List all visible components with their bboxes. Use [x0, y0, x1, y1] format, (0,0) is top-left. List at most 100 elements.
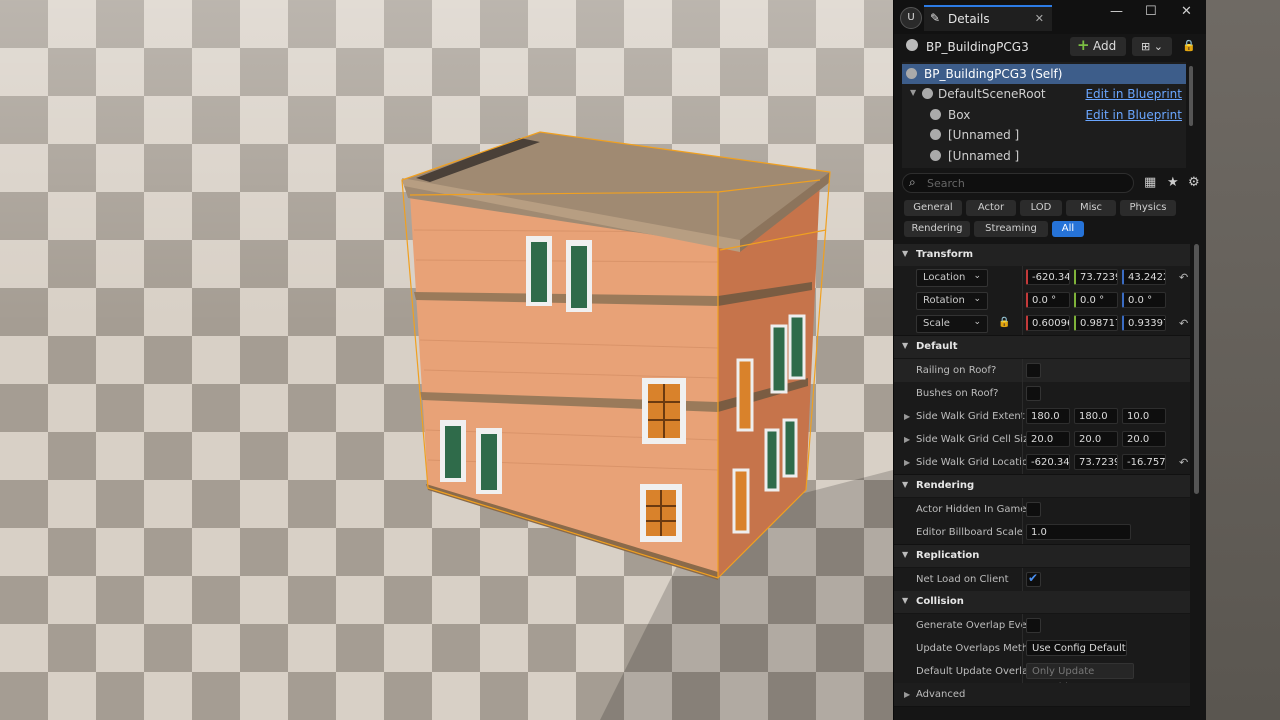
net-load-checkbox[interactable]	[1026, 571, 1041, 587]
tree-item-label: [Unnamed ]	[948, 128, 1020, 142]
search-input[interactable]	[925, 175, 1129, 192]
collapse-arrow-icon: ▼	[902, 249, 909, 258]
tree-item-defaultsceneroot[interactable]: ▼ DefaultSceneRoot Edit in Blueprint	[902, 84, 1186, 104]
section-title: Default	[916, 341, 958, 352]
edit-in-blueprint-link[interactable]: Edit in Blueprint	[1085, 87, 1182, 101]
scale-x-field[interactable]: 0.60096	[1026, 315, 1070, 331]
filter-lod[interactable]: LOD	[1020, 200, 1062, 216]
expand-arrow-icon[interactable]: ▶	[904, 458, 910, 467]
tree-item-box[interactable]: Box Edit in Blueprint	[902, 105, 1186, 125]
sidewalk-cell-row: ▶ Side Walk Grid Cell Size 20.0 20.0 20.…	[894, 428, 1190, 452]
section-collision[interactable]: ▼ Collision	[894, 591, 1190, 613]
divider	[1022, 312, 1023, 335]
sidewalk-loc-x-field[interactable]: -620.34	[1026, 454, 1070, 470]
location-z-field[interactable]: 43.2422	[1122, 269, 1166, 285]
unreal-logo-icon[interactable]: U	[900, 7, 922, 29]
chevron-down-icon: ⌄	[973, 271, 981, 281]
section-transform[interactable]: ▼ Transform	[894, 244, 1190, 266]
sidewalk-loc-z-field[interactable]: -16.757	[1122, 454, 1166, 470]
tree-item-unnamed[interactable]: [Unnamed ]	[902, 146, 1186, 166]
update-overlaps-dropdown[interactable]: Use Config Default ⌄	[1026, 640, 1127, 670]
scale-dropdown[interactable]: Scale ⌄	[916, 315, 988, 333]
divider	[1022, 266, 1023, 289]
cell-z-field[interactable]: 20.0	[1122, 431, 1166, 447]
building-scene	[401, 131, 893, 720]
expand-arrow-icon[interactable]: ▶	[904, 690, 910, 699]
section-title: Transform	[916, 249, 974, 260]
cell-y-field[interactable]: 20.0	[1074, 431, 1118, 447]
reset-arrow-icon[interactable]: ↶	[1179, 271, 1188, 284]
extent-z-field[interactable]: 10.0	[1122, 408, 1166, 424]
collapse-arrow-icon[interactable]: ▼	[910, 88, 916, 97]
billboard-scale-field[interactable]: 1.0	[1026, 524, 1131, 540]
rotation-dropdown[interactable]: Rotation ⌄	[916, 292, 988, 310]
lock-icon[interactable]: 🔒	[1182, 39, 1196, 52]
tab-close-icon[interactable]: ✕	[1035, 12, 1044, 25]
divider	[1022, 359, 1023, 382]
favorites-star-icon[interactable]: ★	[1167, 175, 1179, 190]
railing-checkbox[interactable]	[1026, 363, 1041, 378]
default-update-overlap-label: Default Update Overla...	[916, 666, 1038, 677]
scale-lock-icon[interactable]: 🔒	[998, 317, 1010, 328]
cell-x-field[interactable]: 20.0	[1026, 431, 1070, 447]
edit-in-blueprint-link[interactable]: Edit in Blueprint	[1085, 108, 1182, 122]
rotation-y-field[interactable]: 0.0 °	[1074, 292, 1118, 308]
filter-general[interactable]: General	[904, 200, 962, 216]
tree-scrollbar[interactable]	[1189, 66, 1193, 126]
details-panel: U ✎ Details ✕ — ☐ ✕ BP_BuildingPCG3 + Ad…	[893, 0, 1207, 720]
generate-overlap-label: Generate Overlap Eve...	[916, 620, 1037, 631]
level-viewport[interactable]	[0, 0, 893, 720]
rotation-x-field[interactable]: 0.0 °	[1026, 292, 1070, 308]
net-load-label: Net Load on Client	[916, 574, 1009, 585]
rotation-z-field[interactable]: 0.0 °	[1122, 292, 1166, 308]
scale-y-field[interactable]: 0.98717	[1074, 315, 1118, 331]
details-scrollbar[interactable]	[1194, 244, 1199, 494]
filter-misc[interactable]: Misc	[1066, 200, 1116, 216]
extent-y-field[interactable]: 180.0	[1074, 408, 1118, 424]
location-dropdown[interactable]: Location ⌄	[916, 269, 988, 287]
advanced-label: Advanced	[916, 689, 966, 700]
tree-item-self[interactable]: BP_BuildingPCG3 (Self)	[902, 64, 1186, 84]
tree-item-label: BP_BuildingPCG3 (Self)	[924, 67, 1063, 81]
extent-x-field[interactable]: 180.0	[1026, 408, 1070, 424]
reset-arrow-icon[interactable]: ↶	[1179, 317, 1188, 330]
maximize-icon[interactable]: ☐	[1145, 4, 1157, 19]
location-y-field[interactable]: 73.7239	[1074, 269, 1118, 285]
settings-gear-icon[interactable]: ⚙	[1188, 175, 1200, 190]
sidewalk-location-label: Side Walk Grid Location	[916, 457, 1035, 468]
expand-arrow-icon[interactable]: ▶	[904, 412, 910, 421]
actor-hidden-checkbox[interactable]	[1026, 502, 1041, 517]
tree-item-unnamed[interactable]: [Unnamed ]	[902, 125, 1186, 145]
details-search: ⌕	[902, 173, 1134, 193]
minimize-icon[interactable]: —	[1110, 4, 1123, 19]
sidewalk-extent-label: Side Walk Grid Extent	[916, 411, 1025, 422]
advanced-row[interactable]: ▶ Advanced	[894, 683, 1190, 707]
tab-details[interactable]: ✎ Details ✕	[924, 5, 1052, 31]
section-replication[interactable]: ▼ Replication	[894, 545, 1190, 567]
rotation-label: Rotation	[923, 295, 965, 306]
section-rendering[interactable]: ▼ Rendering	[894, 475, 1190, 497]
update-overlaps-label: Update Overlaps Meth...	[916, 643, 1038, 654]
location-x-field[interactable]: -620.34	[1026, 269, 1070, 285]
filter-streaming[interactable]: Streaming	[974, 221, 1048, 237]
bushes-checkbox[interactable]	[1026, 386, 1041, 401]
expand-arrow-icon[interactable]: ▶	[904, 435, 910, 444]
section-default[interactable]: ▼ Default	[894, 336, 1190, 358]
generate-overlap-checkbox[interactable]	[1026, 618, 1041, 633]
filter-physics[interactable]: Physics	[1120, 200, 1176, 216]
filter-all[interactable]: All	[1052, 221, 1084, 237]
scale-z-field[interactable]: 0.93397	[1122, 315, 1166, 331]
blueprint-options-button[interactable]: ⊞ ⌄	[1132, 37, 1172, 56]
divider	[1022, 428, 1023, 451]
scale-label: Scale	[923, 318, 950, 329]
add-component-button[interactable]: + Add	[1070, 36, 1126, 56]
divider	[1022, 382, 1023, 405]
sidewalk-loc-y-field[interactable]: 73.7239	[1074, 454, 1118, 470]
filter-rendering[interactable]: Rendering	[904, 221, 970, 237]
filter-actor[interactable]: Actor	[966, 200, 1016, 216]
table-view-icon[interactable]: ▦	[1144, 175, 1156, 190]
default-update-overlap-dropdown[interactable]: Only Update Movable ⌄	[1026, 663, 1134, 693]
reset-arrow-icon[interactable]: ↶	[1179, 456, 1188, 469]
window-close-icon[interactable]: ✕	[1181, 4, 1192, 19]
chevron-down-icon: ⌄	[973, 294, 981, 304]
